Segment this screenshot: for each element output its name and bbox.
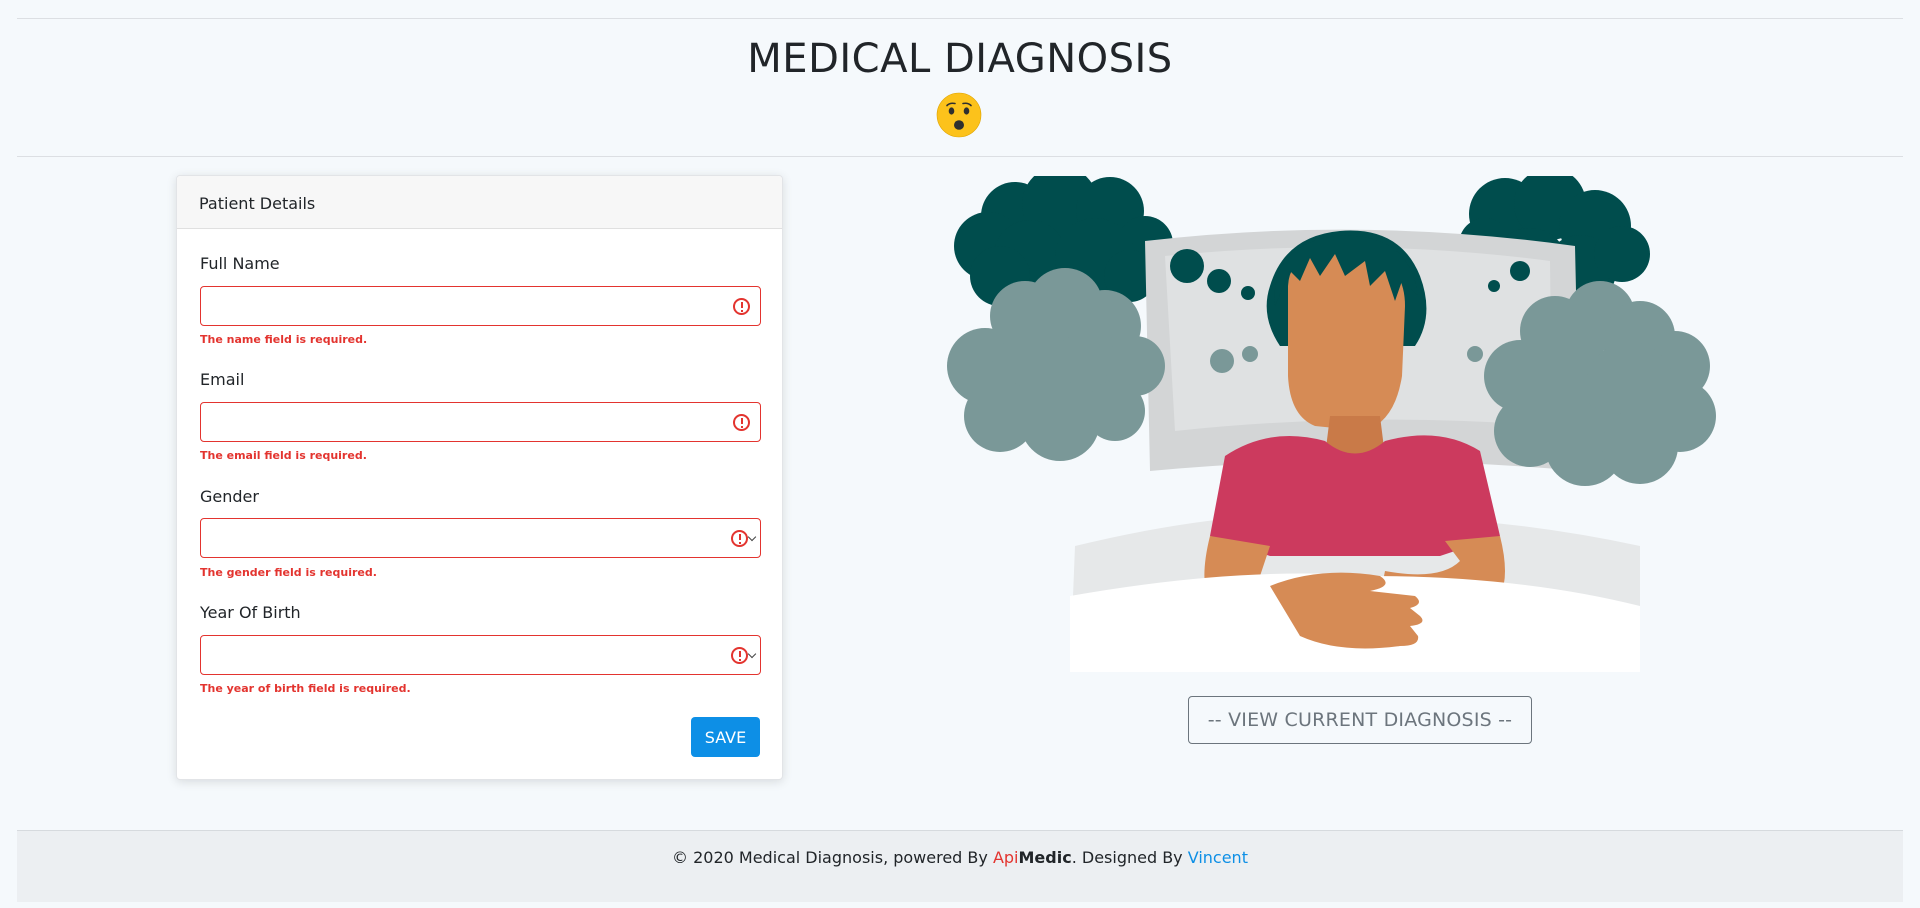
page-title: MEDICAL DIAGNOSIS	[747, 36, 1173, 82]
sick-person-in-bed-illustration	[947, 176, 1716, 672]
footer: © 2020 Medical Diagnosis, powered By Api…	[17, 830, 1903, 902]
top-divider	[17, 18, 1903, 19]
email-error: The email field is required.	[200, 449, 367, 462]
full-name-input[interactable]	[200, 286, 761, 326]
patient-details-card: Patient Details Full Name The name field…	[176, 175, 783, 780]
email-label: Email	[200, 370, 245, 389]
gender-select[interactable]	[200, 518, 761, 558]
apimedic-link-api[interactable]: Api	[993, 848, 1019, 867]
view-current-diagnosis-button[interactable]: -- VIEW CURRENT DIAGNOSIS --	[1188, 696, 1532, 744]
save-button[interactable]: SAVE	[691, 717, 760, 757]
gender-label: Gender	[200, 487, 259, 506]
error-icon	[733, 414, 750, 431]
year-of-birth-select[interactable]	[200, 635, 761, 675]
error-icon	[731, 530, 748, 547]
frowning-face-icon	[936, 92, 982, 138]
apimedic-link-medic[interactable]: Medic	[1019, 848, 1072, 867]
error-icon	[731, 647, 748, 664]
card-title: Patient Details	[177, 176, 782, 229]
error-icon	[733, 298, 750, 315]
email-input[interactable]	[200, 402, 761, 442]
header-divider	[17, 156, 1903, 157]
full-name-error: The name field is required.	[200, 333, 368, 346]
full-name-label: Full Name	[200, 254, 280, 273]
designer-link[interactable]: Vincent	[1188, 848, 1248, 867]
chevron-down-icon	[747, 532, 757, 542]
footer-copyright: © 2020 Medical Diagnosis, powered By	[672, 848, 993, 867]
footer-designed-by: . Designed By	[1071, 848, 1188, 867]
footer-text: © 2020 Medical Diagnosis, powered By Api…	[17, 848, 1903, 867]
year-of-birth-error: The year of birth field is required.	[200, 682, 411, 695]
chevron-down-icon	[747, 649, 757, 659]
gender-error: The gender field is required.	[200, 566, 377, 579]
year-of-birth-label: Year Of Birth	[200, 603, 301, 622]
